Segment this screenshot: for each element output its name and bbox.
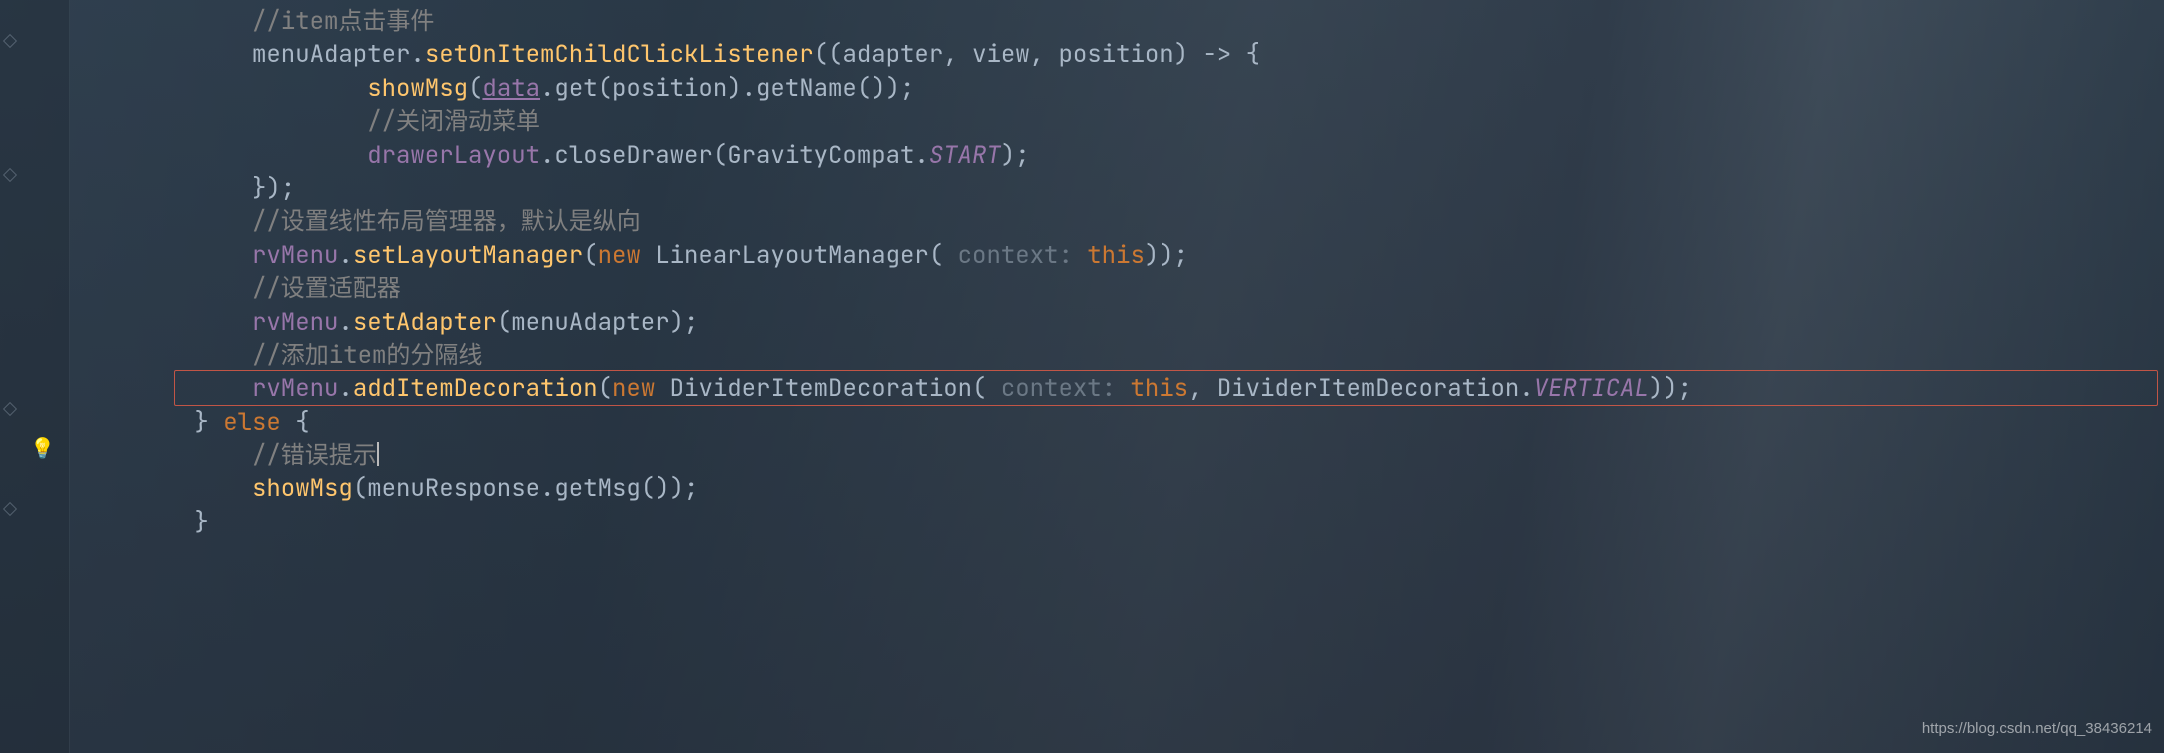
code-line[interactable]: } else {	[70, 406, 1692, 439]
code-line[interactable]: }	[70, 506, 1692, 539]
code-token: //关闭滑动菜单	[367, 106, 540, 137]
code-line[interactable]: showMsg(menuResponse.getMsg());	[70, 472, 1692, 505]
code-line[interactable]: //错误提示	[70, 439, 1692, 472]
fold-marker-icon[interactable]	[3, 502, 17, 516]
code-token: ((	[814, 39, 843, 70]
code-token: (menuResponse.getMsg());	[353, 473, 699, 504]
code-token: context:	[958, 240, 1088, 271]
code-token: showMsg	[367, 73, 468, 104]
code-token: .closeDrawer(GravityCompat.	[540, 140, 929, 171]
code-token: new	[598, 240, 656, 271]
code-line[interactable]: rvMenu.setAdapter(menuAdapter);	[70, 306, 1692, 339]
code-token: (	[598, 373, 612, 404]
code-token: else	[223, 407, 281, 438]
code-token: .	[338, 307, 352, 338]
code-token: this	[1130, 373, 1188, 404]
code-token: DividerItemDecoration(	[670, 373, 1001, 404]
code-token: view	[972, 39, 1030, 70]
code-token: context:	[1001, 373, 1131, 404]
code-token: //设置适配器	[252, 273, 401, 304]
code-token: setAdapter	[353, 307, 497, 338]
fold-marker-icon[interactable]	[3, 34, 17, 48]
code-token: ));	[1649, 373, 1692, 404]
fold-marker-icon[interactable]	[3, 168, 17, 182]
code-line[interactable]: //添加item的分隔线	[70, 339, 1692, 372]
code-token: addItemDecoration	[353, 373, 598, 404]
code-token: setOnItemChildClickListener	[425, 39, 814, 70]
code-token: ,	[943, 39, 972, 70]
code-token: (menuAdapter);	[497, 307, 699, 338]
code-token: }	[194, 407, 223, 438]
editor-gutter: 💡	[0, 0, 70, 753]
code-token: .get(	[540, 73, 612, 104]
code-editor[interactable]: //item点击事件 menuAdapter.setOnItemChildCli…	[70, 5, 1692, 539]
code-token: position	[1058, 39, 1173, 70]
code-token: //错误提示	[252, 440, 377, 471]
code-token: menuAdapter	[252, 39, 410, 70]
code-line[interactable]: showMsg(data.get(position).getName());	[70, 72, 1692, 105]
code-line[interactable]: //关闭滑动菜单	[70, 105, 1692, 138]
code-token: (	[468, 73, 482, 104]
code-token: ,	[1030, 39, 1059, 70]
code-token: {	[281, 407, 310, 438]
code-token: //item点击事件	[252, 6, 434, 37]
code-token: //添加item的分隔线	[252, 340, 482, 371]
code-token: adapter	[842, 39, 943, 70]
code-token: VERTICAL	[1534, 373, 1649, 404]
code-token: .	[338, 240, 352, 271]
code-token: .	[410, 39, 424, 70]
code-token: }	[194, 507, 208, 538]
code-token: .	[338, 373, 352, 404]
code-token: LinearLayoutManager(	[655, 240, 957, 271]
code-token: (	[583, 240, 597, 271]
code-token: ) -> {	[1174, 39, 1260, 70]
code-token: );	[1001, 140, 1030, 171]
code-token: setLayoutManager	[353, 240, 583, 271]
fold-marker-icon[interactable]	[3, 402, 17, 416]
code-token: , DividerItemDecoration.	[1188, 373, 1534, 404]
code-token: ).getName());	[727, 73, 914, 104]
text-caret	[377, 442, 379, 466]
watermark-text: https://blog.csdn.net/qq_38436214	[1922, 712, 2152, 745]
code-token: rvMenu	[252, 307, 338, 338]
code-line[interactable]: rvMenu.addItemDecoration(new DividerItem…	[70, 372, 1692, 405]
code-token: rvMenu	[252, 240, 338, 271]
code-token: drawerLayout	[367, 140, 540, 171]
code-token: position	[612, 73, 727, 104]
code-token: START	[929, 140, 1001, 171]
intention-bulb-icon[interactable]: 💡	[30, 432, 55, 465]
code-token: data	[482, 73, 540, 104]
code-line[interactable]: //设置线性布局管理器，默认是纵向	[70, 205, 1692, 238]
code-token: rvMenu	[252, 373, 338, 404]
code-token: //设置线性布局管理器，默认是纵向	[252, 206, 641, 237]
code-line[interactable]: //设置适配器	[70, 272, 1692, 305]
code-line[interactable]: //item点击事件	[70, 5, 1692, 38]
code-line[interactable]: rvMenu.setLayoutManager(new LinearLayout…	[70, 239, 1692, 272]
code-token: ));	[1145, 240, 1188, 271]
code-line[interactable]: menuAdapter.setOnItemChildClickListener(…	[70, 38, 1692, 71]
code-token: this	[1087, 240, 1145, 271]
code-line[interactable]: drawerLayout.closeDrawer(GravityCompat.S…	[70, 139, 1692, 172]
code-token: });	[252, 173, 295, 204]
code-token: new	[612, 373, 670, 404]
code-line[interactable]: });	[70, 172, 1692, 205]
code-token: showMsg	[252, 473, 353, 504]
